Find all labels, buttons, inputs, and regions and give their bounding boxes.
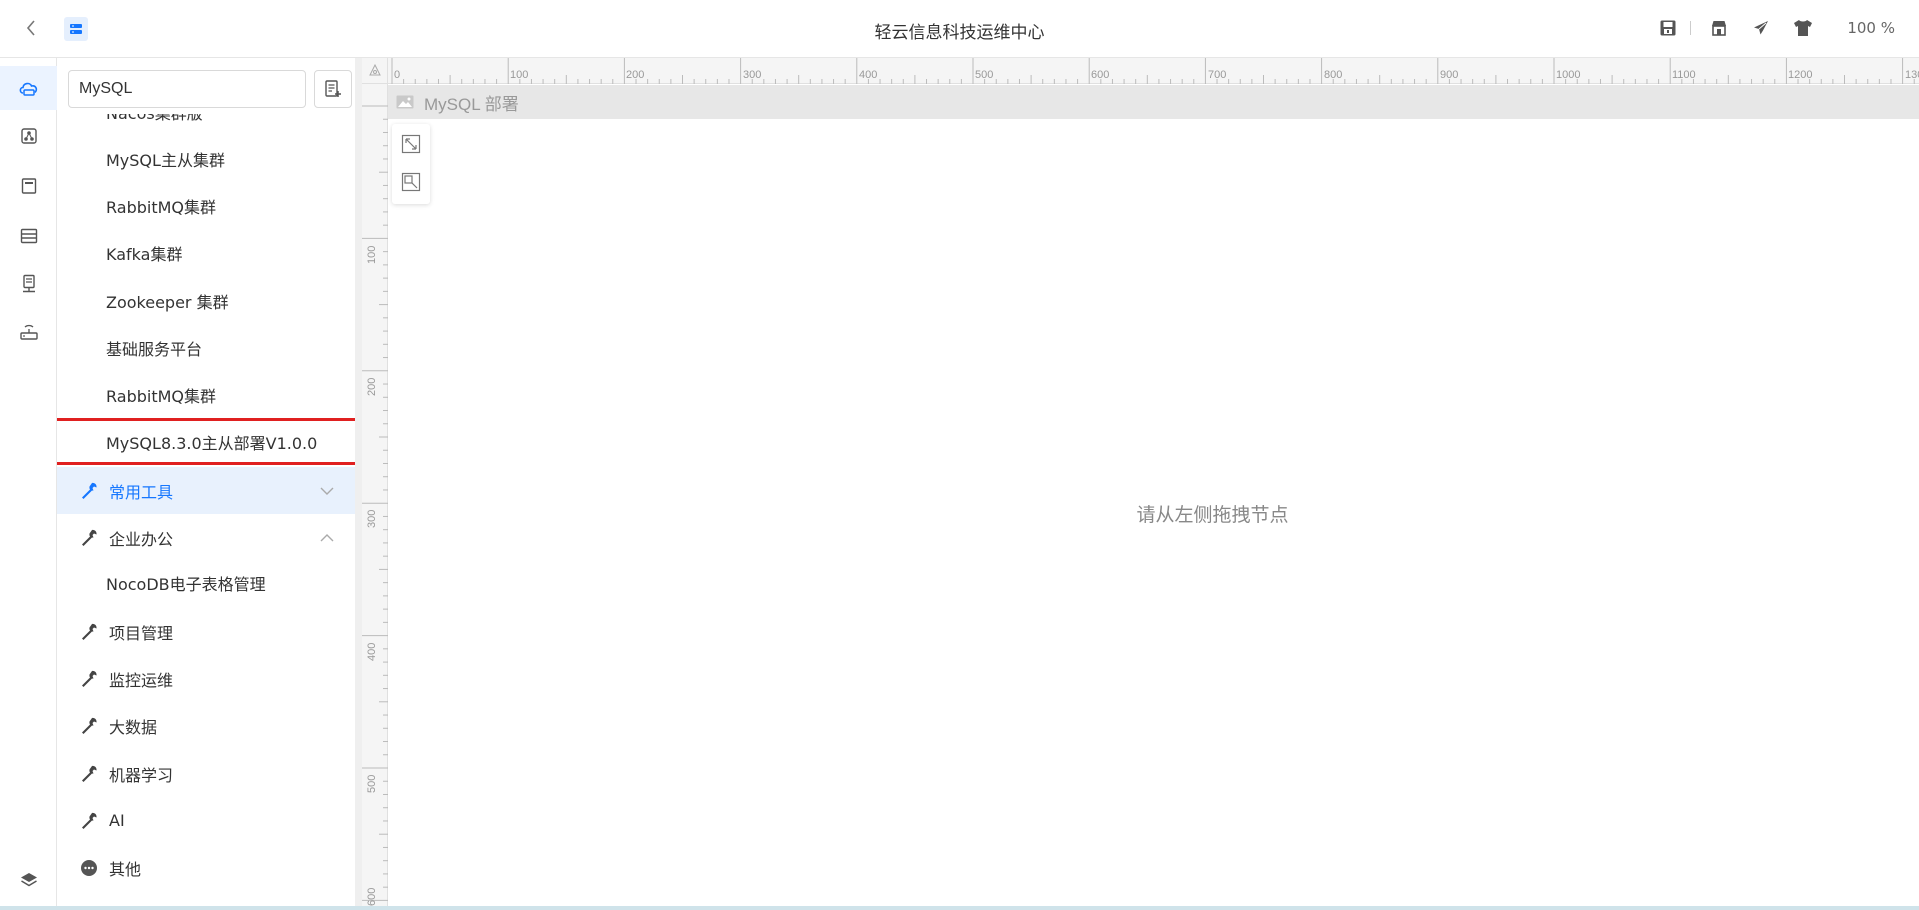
category-label: 常用工具 (109, 482, 174, 502)
send-icon[interactable] (1747, 15, 1775, 41)
ruler-corner-icon[interactable] (362, 58, 388, 84)
ruler-label: 1200 (1788, 69, 1813, 81)
ruler-label: 600 (366, 887, 378, 906)
category-common-tools[interactable]: 常用工具 (57, 467, 359, 514)
bottom-border (0, 906, 1919, 910)
image-icon (396, 95, 414, 109)
wrench-icon (78, 715, 100, 737)
more-dots-icon (78, 857, 100, 879)
ruler-label: 600 (1091, 69, 1110, 81)
canvas-tools (392, 124, 430, 204)
panel-scrollbar[interactable] (355, 58, 362, 910)
cloud-icon[interactable] (0, 66, 57, 110)
wrench-icon (78, 668, 100, 690)
ruler-label: 1000 (1556, 69, 1581, 81)
ruler-label: 500 (366, 774, 378, 793)
fit-screen-icon[interactable] (401, 134, 421, 154)
app-menu-icon[interactable] (64, 17, 88, 41)
category-ai[interactable]: AI (57, 797, 359, 844)
store-icon[interactable] (1705, 15, 1733, 41)
page-title: 轻云信息科技运维中心 (874, 23, 1045, 43)
canvas-empty-hint: 请从左侧拖拽节点 (1136, 504, 1289, 526)
vertical-ruler: 100 200 300 400 500 600 (362, 84, 388, 910)
save-icon[interactable] (1654, 15, 1682, 41)
ruler-label: 400 (366, 642, 378, 661)
ruler-label: 700 (1208, 69, 1227, 81)
editor-canvas[interactable]: 0 100 200 300 400 500 600 700 800 900 10… (362, 58, 1919, 910)
zoom-level[interactable]: 100 % (1847, 19, 1895, 37)
category-monitoring[interactable]: 监控运维 (57, 655, 359, 702)
list-item[interactable]: 基础服务平台 (57, 326, 359, 373)
list-item[interactable]: MySQL主从集群 (57, 137, 359, 184)
ruler-label: 800 (1324, 69, 1343, 81)
category-machine-learning[interactable]: 机器学习 (57, 750, 359, 797)
category-other[interactable]: 其他 (57, 844, 359, 891)
category-label: 其他 (109, 859, 142, 879)
list-item[interactable]: NocoDB电子表格管理 (57, 561, 359, 608)
ruler-label: 100 (510, 69, 529, 81)
ruler-label: 300 (743, 69, 762, 81)
layers-icon[interactable] (0, 858, 57, 902)
toolbar-right: 100 % (1654, 15, 1895, 41)
component-tree: Nacos集群版 MySQL主从集群 RabbitMQ集群 Kafka集群 Zo… (57, 114, 359, 910)
ruler-label: 900 (1440, 69, 1459, 81)
ruler-label: 200 (626, 69, 645, 81)
toolbar-divider (1690, 21, 1692, 35)
wrench-icon (78, 480, 100, 502)
list-item[interactable]: Zookeeper 集群 (57, 279, 359, 326)
ruler-label: 130 (1905, 69, 1919, 81)
topology-icon[interactable] (0, 114, 57, 158)
page-icon[interactable] (0, 164, 57, 208)
ruler-label: 300 (366, 509, 378, 528)
chevron-up-icon[interactable] (319, 530, 335, 546)
ruler-label: 1100 (1672, 69, 1696, 81)
category-enterprise-office[interactable]: 企业办公 (57, 514, 359, 561)
category-project-management[interactable]: 项目管理 (57, 608, 359, 655)
ruler-label: 400 (859, 69, 878, 81)
horizontal-ruler: 0 100 200 300 400 500 600 700 800 900 10… (388, 58, 1919, 84)
category-label: AI (109, 811, 125, 830)
top-bar: 轻云信息科技运维中心 100 % (0, 0, 1919, 58)
wrench-icon (78, 527, 100, 549)
component-panel: Nacos集群版 MySQL主从集群 RabbitMQ集群 Kafka集群 Zo… (57, 58, 359, 910)
actual-size-icon[interactable] (401, 172, 421, 192)
list-item[interactable]: Nacos集群版 (57, 114, 359, 137)
list-item-mysql-deploy[interactable]: MySQL8.3.0主从部署V1.0.0 (57, 420, 359, 467)
storage-icon[interactable] (0, 214, 57, 258)
list-item[interactable]: RabbitMQ集群 (57, 184, 359, 231)
category-label: 监控运维 (109, 670, 174, 690)
category-big-data[interactable]: 大数据 (57, 702, 359, 749)
ruler-label: 100 (366, 245, 378, 264)
page-header-title: MySQL 部署 (424, 94, 519, 114)
wrench-icon (78, 810, 100, 832)
chevron-down-icon[interactable] (319, 483, 335, 499)
icon-rail (0, 58, 57, 910)
ruler-label: 500 (975, 69, 994, 81)
category-label: 机器学习 (109, 765, 174, 785)
router-icon[interactable] (0, 310, 57, 354)
list-item[interactable]: Kafka集群 (57, 231, 359, 278)
search-input[interactable] (68, 70, 306, 108)
add-list-icon[interactable] (314, 70, 352, 108)
category-label: 项目管理 (109, 623, 174, 643)
category-label: 大数据 (109, 717, 158, 737)
list-item[interactable]: RabbitMQ集群 (57, 373, 359, 420)
category-label: 企业办公 (109, 529, 174, 549)
wrench-icon (78, 621, 100, 643)
page-header[interactable]: MySQL 部署 (388, 85, 1919, 119)
server-icon[interactable] (0, 262, 57, 306)
ruler-label: 0 (394, 69, 401, 81)
ruler-label: 200 (366, 377, 378, 396)
theme-shirt-icon[interactable] (1789, 15, 1817, 41)
wrench-icon (78, 763, 100, 785)
back-icon[interactable] (18, 15, 44, 41)
